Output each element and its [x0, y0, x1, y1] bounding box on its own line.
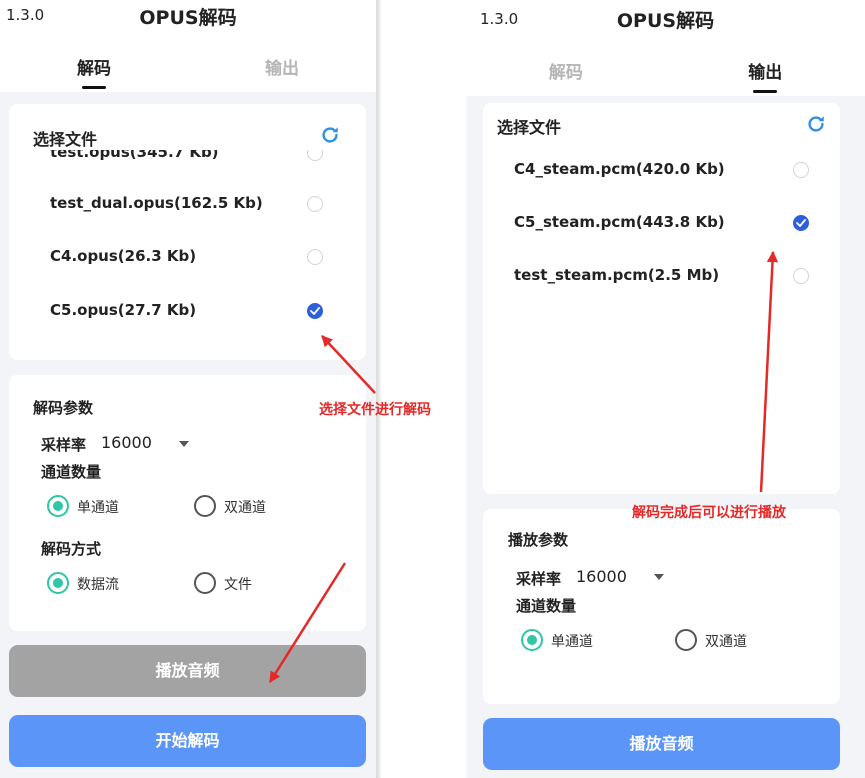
play-params-card: 播放参数 采样率 16000 通道数量 单通道 双通道: [483, 509, 840, 704]
refresh-icon[interactable]: [319, 124, 341, 146]
output-file-card: 选择文件 C4_steam.pcm(420.0 Kb) C5_steam.pcm…: [483, 103, 840, 494]
decode-params-card: 解码参数 采样率 16000 通道数量 单通道 双通道 解码方式 数据流 文件: [9, 375, 366, 631]
option-label: 双通道: [224, 500, 266, 516]
file-name: C4.opus(26.3 Kb): [50, 247, 197, 265]
radio-button[interactable]: [521, 629, 543, 651]
file-name: C5_steam.pcm(443.8 Kb): [514, 213, 725, 231]
file-radio-checked[interactable]: [793, 215, 809, 231]
file-item[interactable]: C5.opus(27.7 Kb): [9, 291, 366, 331]
radio-button[interactable]: [675, 629, 697, 651]
file-item[interactable]: test_steam.pcm(2.5 Mb): [483, 256, 840, 296]
radio-button[interactable]: [47, 495, 69, 517]
option-label: 单通道: [77, 500, 119, 516]
play-audio-button[interactable]: 播放音频: [9, 645, 366, 697]
tab-indicator: [82, 86, 106, 89]
file-radio[interactable]: [793, 162, 809, 178]
file-name: C4_steam.pcm(420.0 Kb): [514, 160, 725, 178]
annotation-select-file: 选择文件进行解码: [319, 402, 431, 418]
file-radio[interactable]: [307, 150, 323, 161]
tab-output[interactable]: 输出: [188, 54, 376, 79]
output-screen: 1.3.0 OPUS解码 解码 输出 选择文件 C4_steam.pcm(420…: [466, 0, 865, 778]
app-title: OPUS解码: [139, 7, 237, 29]
file-radio[interactable]: [793, 268, 809, 284]
option-label: 单通道: [551, 634, 593, 650]
decode-screen: 1.3.0 OPUS解码 解码 输出 选择文件 test.opus(345.7 …: [0, 0, 376, 778]
file-name: C5.opus(27.7 Kb): [50, 301, 197, 319]
option-label: 双通道: [705, 634, 747, 650]
file-radio[interactable]: [307, 249, 323, 265]
radio-button[interactable]: [194, 572, 216, 594]
file-item[interactable]: C5_steam.pcm(443.8 Kb): [483, 203, 840, 243]
chevron-down-icon[interactable]: [179, 441, 189, 447]
tab-label: 解码: [548, 63, 583, 83]
app-bar: 1.3.0 OPUS解码 解码 输出: [0, 0, 376, 92]
file-section-title: 选择文件: [497, 118, 562, 137]
params-title: 播放参数: [508, 531, 569, 549]
tab-label: 解码: [77, 59, 111, 79]
option-label: 文件: [224, 577, 252, 593]
checkmark-icon: [310, 307, 320, 315]
option-label: 数据流: [77, 577, 119, 593]
screen-divider: [376, 0, 381, 778]
app-bar: 1.3.0 OPUS解码 解码 输出: [466, 0, 865, 96]
tab-output[interactable]: 输出: [666, 58, 865, 93]
radio-button[interactable]: [194, 495, 216, 517]
start-decode-button[interactable]: 开始解码: [9, 715, 366, 767]
checkmark-icon: [796, 219, 806, 227]
refresh-icon[interactable]: [805, 113, 827, 135]
file-radio-checked[interactable]: [307, 303, 323, 319]
file-name: test_steam.pcm(2.5 Mb): [514, 266, 720, 284]
file-radio[interactable]: [307, 196, 323, 212]
channels-label: 通道数量: [516, 597, 577, 615]
file-item[interactable]: C4.opus(26.3 Kb): [9, 237, 366, 277]
app-title: OPUS解码: [616, 10, 715, 32]
file-list[interactable]: test.opus(345.7 Kb) test_dual.opus(162.5…: [9, 150, 366, 350]
annotation-after-decode: 解码完成后可以进行播放: [632, 505, 786, 521]
tab-label: 输出: [748, 63, 783, 83]
play-audio-button[interactable]: 播放音频: [483, 718, 840, 770]
file-item[interactable]: test_dual.opus(162.5 Kb): [9, 184, 366, 224]
file-name: test_dual.opus(162.5 Kb): [50, 194, 263, 212]
method-label: 解码方式: [41, 540, 102, 558]
tab-indicator: [753, 90, 778, 93]
file-select-card: 选择文件 test.opus(345.7 Kb) test_dual.opus(…: [9, 104, 366, 360]
tab-decode[interactable]: 解码: [466, 58, 666, 83]
channels-label: 通道数量: [41, 463, 102, 481]
sample-rate-value[interactable]: 16000: [101, 433, 152, 452]
file-item[interactable]: test.opus(345.7 Kb): [9, 150, 366, 173]
sample-rate-label: 采样率: [41, 436, 87, 454]
file-section-title: 选择文件: [33, 130, 98, 149]
sample-rate-label: 采样率: [516, 570, 562, 588]
file-name: test.opus(345.7 Kb): [50, 150, 219, 161]
file-item[interactable]: C4_steam.pcm(420.0 Kb): [483, 150, 840, 190]
radio-button[interactable]: [47, 572, 69, 594]
tab-label: 输出: [265, 59, 299, 79]
tab-decode[interactable]: 解码: [0, 54, 188, 89]
chevron-down-icon[interactable]: [654, 574, 664, 580]
sample-rate-value[interactable]: 16000: [576, 567, 627, 586]
params-title: 解码参数: [33, 399, 94, 417]
